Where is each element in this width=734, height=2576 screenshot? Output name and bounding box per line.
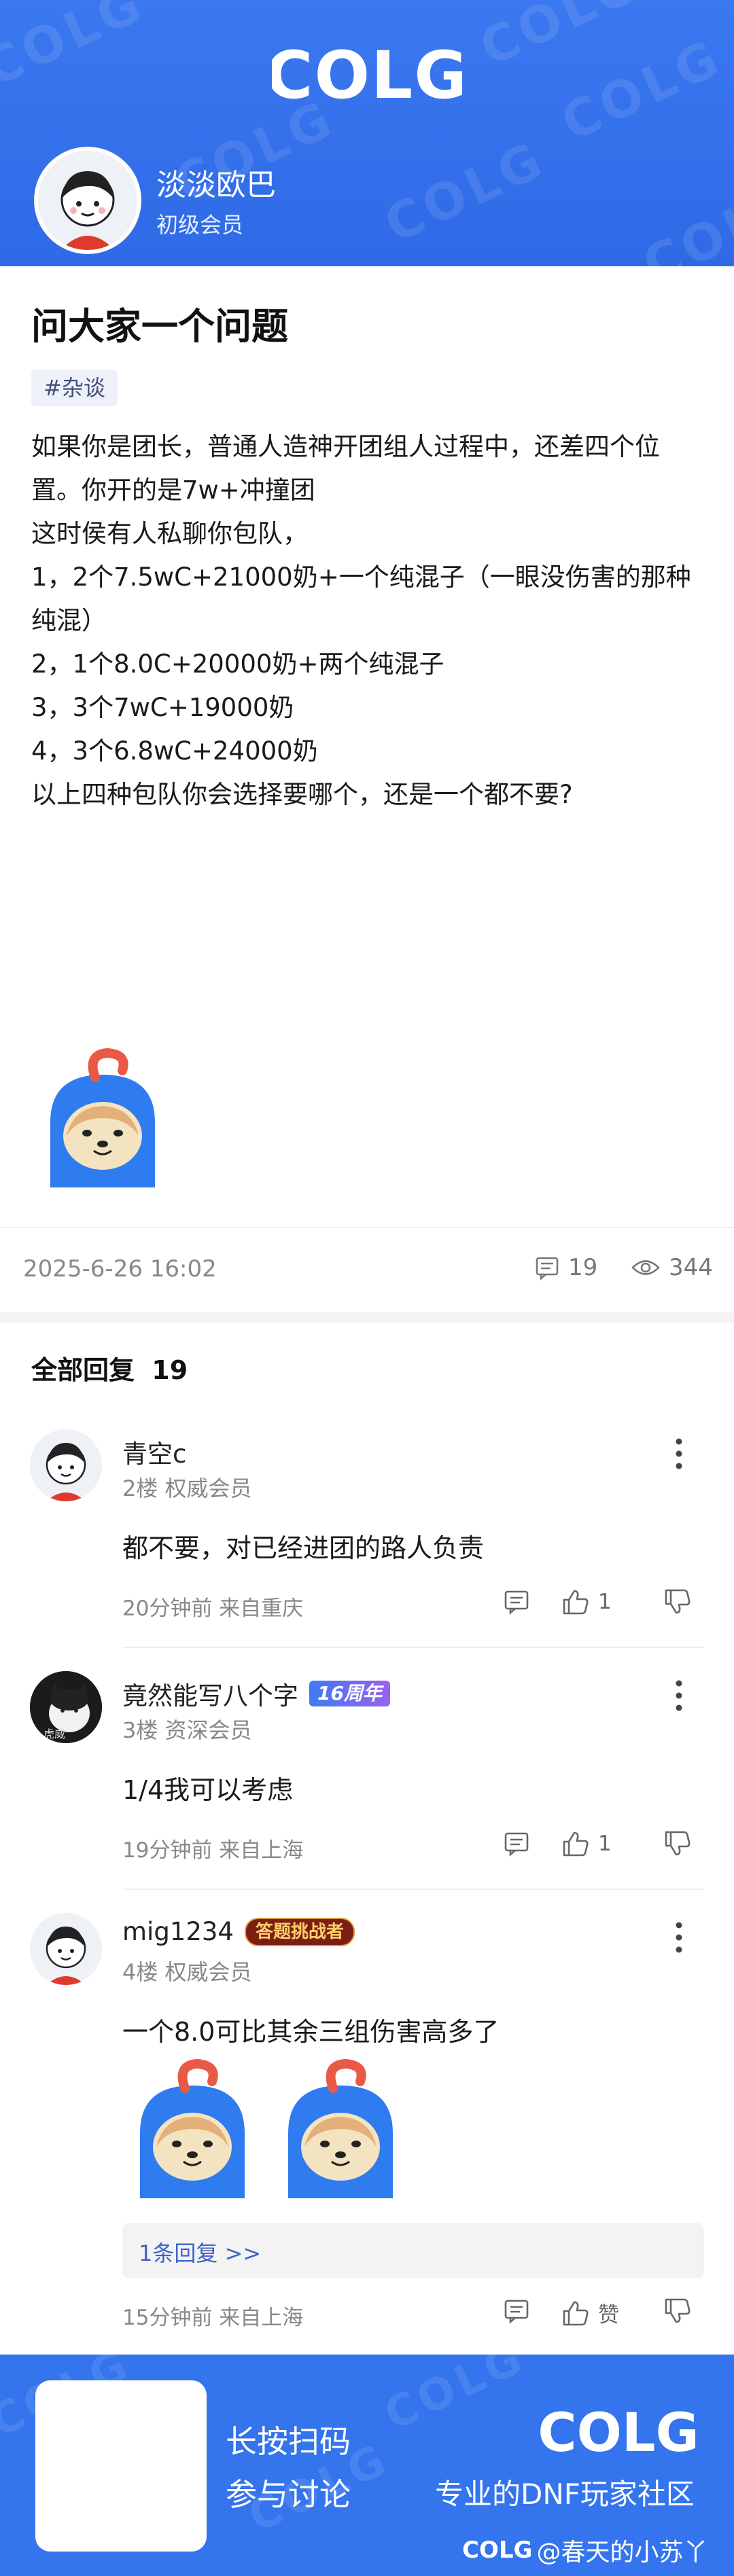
reply-floor-level: 4楼 权威会员 xyxy=(122,1959,252,1985)
like-button[interactable]: 1 xyxy=(561,1830,612,1857)
replies-section-title: 全部回复 19 xyxy=(31,1349,188,1387)
reply-divider xyxy=(122,1647,704,1648)
like-label: 赞 xyxy=(598,2303,619,2327)
post-date: 2025-6-26 16:02 xyxy=(23,1255,217,1283)
watermark: COLG xyxy=(634,171,734,266)
dislike-button[interactable] xyxy=(663,1830,692,1857)
share-footer: COLG COLG COLG 长按扫码 参与讨论 COLG 专业的DNF玩家社区… xyxy=(0,2355,734,2576)
challenger-badge: 答题挑战者 xyxy=(244,1917,355,1946)
post-paragraph: 这时侯有人私聊你包队， xyxy=(31,519,308,548)
thumbs-up-icon xyxy=(563,2301,589,2325)
thumbs-up-icon xyxy=(563,1590,589,1615)
sub-replies-link[interactable]: 1条回复 >> xyxy=(122,2223,704,2278)
comment-icon xyxy=(536,1257,559,1281)
like-button[interactable]: 赞 xyxy=(561,2297,619,2328)
more-options-icon[interactable] xyxy=(669,1675,689,1716)
watermark: COLG xyxy=(377,2355,534,2441)
source-credit: COLG @春天的小苏丫 xyxy=(462,2533,707,2568)
thumbs-down-icon xyxy=(665,2298,691,2323)
section-divider xyxy=(0,1312,734,1323)
comment-count[interactable]: 19 xyxy=(534,1254,597,1281)
reply-author-name-text: 竟然能写八个字 xyxy=(122,1681,298,1711)
divider xyxy=(0,1227,734,1228)
anniversary-badge: 16周年 xyxy=(309,1681,390,1706)
eye-icon xyxy=(631,1260,660,1275)
reply-icon xyxy=(504,2300,529,2324)
reply-content: 1/4我可以考虑 xyxy=(122,1775,294,1805)
sub-replies-label: 1条回复 >> xyxy=(139,2240,262,2266)
qr-code-image[interactable] xyxy=(35,2380,207,2552)
replies-count: 19 xyxy=(152,1355,188,1385)
thumbs-up-icon xyxy=(563,1831,589,1857)
scan-prompt-line2: 参与讨论 xyxy=(226,2476,351,2513)
watermark: COLG xyxy=(376,130,555,255)
post-header-banner: COLG COLG COLG COLG COLG COLG COLG 淡淡欧巴 … xyxy=(0,0,734,266)
reply-time-location: 15分钟前 来自上海 xyxy=(122,2306,304,2330)
reply-avatar[interactable] xyxy=(30,1429,102,1501)
reply-avatar[interactable] xyxy=(30,1913,102,1985)
watermark: COLG xyxy=(553,28,731,153)
post-paragraph: 3，3个7wC+19000奶 xyxy=(31,693,294,722)
reply-time-location: 19分钟前 来自上海 xyxy=(122,1838,304,1863)
post-title: 问大家一个问题 xyxy=(31,305,288,348)
author-name[interactable]: 淡淡欧巴 xyxy=(156,160,276,204)
footer-slogan: 专业的DNF玩家社区 xyxy=(435,2477,695,2511)
dog-sticker-image xyxy=(140,2058,245,2198)
svg-text:虎威: 虎威 xyxy=(43,1728,65,1740)
credit-user: @春天的小苏丫 xyxy=(536,2539,708,2566)
reply-button[interactable] xyxy=(503,1830,530,1857)
post-paragraph: 4，3个6.8wC+24000奶 xyxy=(31,736,318,766)
reply-author-name[interactable]: mig1234 答题挑战者 xyxy=(122,1917,355,1946)
reply-content: 都不要，对已经进团的路人负责 xyxy=(122,1533,485,1563)
reply-time-location: 20分钟前 来自重庆 xyxy=(122,1596,304,1621)
more-options-icon[interactable] xyxy=(669,1917,689,1958)
topic-tag[interactable]: #杂谈 xyxy=(31,370,118,406)
post-body: 如果你是团长，普通人造神开团组人过程中，还差四个位置。你开的是7w+冲撞团 这时… xyxy=(31,425,704,817)
post-paragraph: 如果你是团长，普通人造神开团组人过程中，还差四个位置。你开的是7w+冲撞团 xyxy=(31,432,660,505)
watermark: COLG xyxy=(0,0,154,99)
reply-author-name[interactable]: 青空c xyxy=(122,1433,186,1470)
reply-divider xyxy=(122,1889,704,1890)
reply-icon xyxy=(504,1590,529,1615)
colg-logo: COLG xyxy=(538,2403,699,2462)
svg-text:COLG: COLG xyxy=(538,2403,699,2462)
svg-text:COLG: COLG xyxy=(272,37,462,111)
comment-count-value: 19 xyxy=(568,1254,598,1281)
thumbs-down-icon xyxy=(665,1589,691,1614)
post-paragraph: 1，2个7.5wC+21000奶+一个纯混子（一眼没伤害的那种纯混） xyxy=(31,562,691,635)
reply-content: 一个8.0可比其余三组伤害高多了 xyxy=(122,2017,500,2047)
dog-sticker-image xyxy=(288,2058,393,2198)
dislike-button[interactable] xyxy=(663,1588,692,1615)
reply-floor-level: 2楼 权威会员 xyxy=(122,1475,252,1501)
reply-author-name-text: 青空c xyxy=(122,1439,187,1469)
replies-label: 全部回复 xyxy=(31,1355,135,1385)
dog-sticker-image xyxy=(50,1048,155,1187)
post-paragraph: 以上四种包队你会选择要哪个，还是一个都不要? xyxy=(31,780,573,809)
more-options-icon[interactable] xyxy=(669,1433,689,1474)
reply-avatar[interactable]: 虎威 xyxy=(30,1671,102,1743)
reply-author-name[interactable]: 竟然能写八个字 16周年 xyxy=(122,1675,390,1712)
view-count: 344 xyxy=(631,1254,713,1281)
reply-button[interactable] xyxy=(503,1588,530,1615)
like-button[interactable]: 1 xyxy=(561,1588,612,1615)
post-paragraph: 2，1个8.0C+20000奶+两个纯混子 xyxy=(31,649,444,679)
author-level: 初级会员 xyxy=(156,212,244,238)
author-avatar[interactable] xyxy=(34,147,141,254)
scan-prompt-line1: 长按扫码 xyxy=(226,2423,351,2460)
thumbs-down-icon xyxy=(665,1831,691,1856)
dislike-button[interactable] xyxy=(663,2297,692,2325)
colg-logo: COLG xyxy=(272,37,462,111)
reply-author-name-text: mig1234 xyxy=(122,1917,234,1946)
credit-logo: COLG xyxy=(462,2537,533,2564)
reply-button[interactable] xyxy=(503,2297,530,2325)
view-count-value: 344 xyxy=(669,1254,713,1281)
reply-icon xyxy=(504,1832,529,1857)
like-count: 1 xyxy=(598,1831,612,1856)
like-count: 1 xyxy=(598,1590,612,1614)
reply-floor-level: 3楼 资深会员 xyxy=(122,1717,252,1743)
